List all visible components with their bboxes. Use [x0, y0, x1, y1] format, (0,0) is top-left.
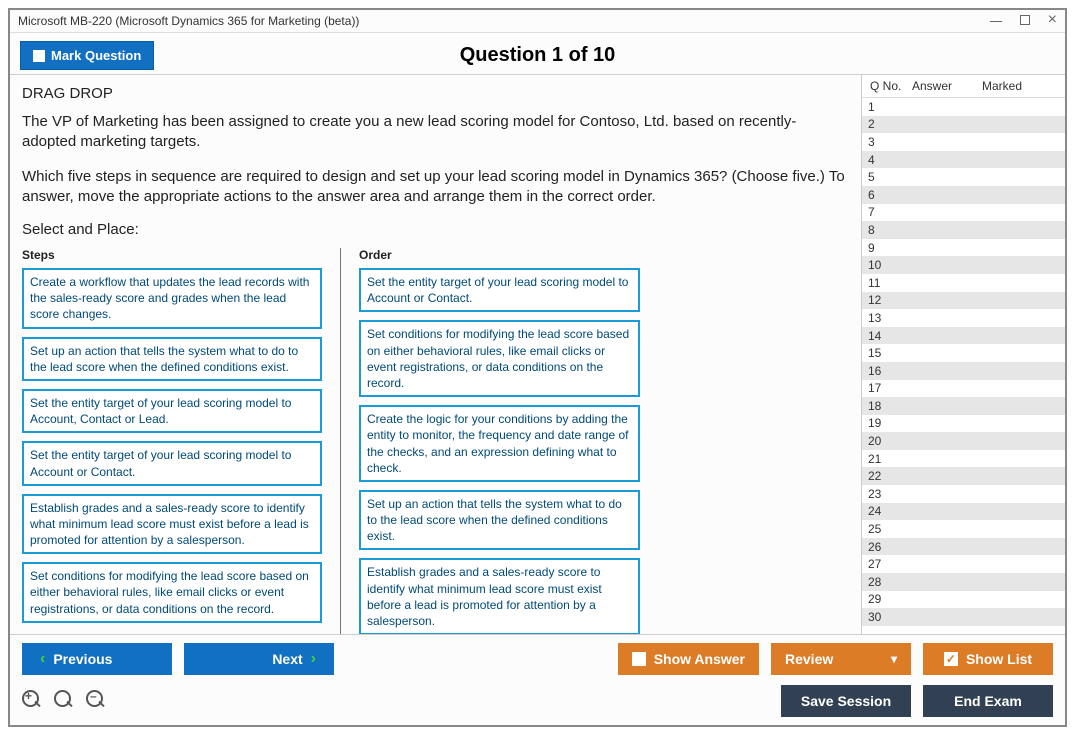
order-item[interactable]: Set the entity target of your lead scori…: [359, 268, 640, 312]
show-answer-button[interactable]: Show Answer: [618, 643, 759, 675]
order-item[interactable]: Establish grades and a sales-ready score…: [359, 558, 640, 634]
chevron-down-icon: ▾: [891, 652, 897, 666]
nav-row[interactable]: 22: [862, 467, 1065, 485]
nav-col-qno: Q No.: [866, 79, 912, 93]
order-column: Order Set the entity target of your lead…: [340, 248, 640, 634]
nav-row[interactable]: 29: [862, 591, 1065, 609]
nav-col-marked: Marked: [982, 79, 1061, 93]
nav-row[interactable]: 11: [862, 274, 1065, 292]
minimize-icon[interactable]: [990, 15, 1002, 27]
chevron-left-icon: ‹: [40, 650, 45, 668]
question-nav-panel: Q No. Answer Marked 12345678910111213141…: [861, 75, 1065, 634]
nav-header: Q No. Answer Marked: [862, 75, 1065, 98]
mark-question-label: Mark Question: [51, 48, 141, 63]
main-area: DRAG DROP The VP of Marketing has been a…: [10, 74, 1065, 634]
nav-row[interactable]: 13: [862, 309, 1065, 327]
question-type-label: DRAG DROP: [22, 85, 849, 102]
zoom-controls: + – Save Session End Exam: [10, 681, 1065, 725]
nav-row[interactable]: 9: [862, 239, 1065, 257]
nav-row[interactable]: 1: [862, 98, 1065, 116]
nav-row[interactable]: 28: [862, 573, 1065, 591]
nav-row[interactable]: 18: [862, 397, 1065, 415]
nav-row[interactable]: 20: [862, 432, 1065, 450]
previous-button[interactable]: ‹ Previous: [22, 643, 172, 675]
nav-row[interactable]: 19: [862, 415, 1065, 433]
zoom-in-icon[interactable]: +: [22, 690, 44, 712]
checkbox-icon: [33, 50, 45, 62]
chevron-right-icon: ›: [311, 650, 316, 668]
nav-row[interactable]: 12: [862, 292, 1065, 310]
window-title: Microsoft MB-220 (Microsoft Dynamics 365…: [18, 14, 359, 28]
nav-row[interactable]: 4: [862, 151, 1065, 169]
app-window: Microsoft MB-220 (Microsoft Dynamics 365…: [8, 8, 1067, 727]
nav-col-answer: Answer: [912, 79, 982, 93]
nav-row[interactable]: 17: [862, 380, 1065, 398]
zoom-reset-icon[interactable]: [54, 690, 76, 712]
review-label: Review: [785, 651, 833, 667]
stem-paragraph-2: Which five steps in sequence are require…: [22, 167, 849, 208]
maximize-icon[interactable]: [1020, 15, 1030, 25]
question-stem: The VP of Marketing has been assigned to…: [22, 112, 849, 207]
step-item[interactable]: Set up an action that tells the system w…: [22, 337, 322, 381]
end-exam-button[interactable]: End Exam: [923, 685, 1053, 717]
nav-row[interactable]: 7: [862, 204, 1065, 222]
step-item[interactable]: Establish grades and a sales-ready score…: [22, 494, 322, 555]
nav-row[interactable]: 27: [862, 555, 1065, 573]
nav-row[interactable]: 23: [862, 485, 1065, 503]
nav-row[interactable]: 25: [862, 520, 1065, 538]
close-icon[interactable]: ×: [1048, 15, 1057, 27]
footer-buttons: ‹ Previous Next › Show Answer Review ▾ ✓…: [10, 634, 1065, 681]
next-label: Next: [272, 651, 302, 667]
stem-paragraph-1: The VP of Marketing has been assigned to…: [22, 112, 849, 153]
zoom-out-icon[interactable]: –: [86, 690, 108, 712]
show-list-label: Show List: [966, 651, 1032, 667]
nav-row[interactable]: 15: [862, 344, 1065, 362]
nav-row[interactable]: 30: [862, 608, 1065, 626]
question-content[interactable]: DRAG DROP The VP of Marketing has been a…: [10, 75, 861, 634]
nav-row[interactable]: 10: [862, 256, 1065, 274]
show-list-button[interactable]: ✓ Show List: [923, 643, 1053, 675]
nav-row[interactable]: 6: [862, 186, 1065, 204]
show-answer-label: Show Answer: [654, 651, 745, 667]
square-icon: [632, 652, 646, 666]
steps-header: Steps: [22, 248, 322, 262]
save-session-button[interactable]: Save Session: [781, 685, 911, 717]
step-item[interactable]: Create a workflow that updates the lead …: [22, 268, 322, 329]
select-and-place-label: Select and Place:: [22, 221, 849, 238]
order-header: Order: [359, 248, 640, 262]
nav-row[interactable]: 2: [862, 116, 1065, 134]
nav-row[interactable]: 3: [862, 133, 1065, 151]
mark-question-button[interactable]: Mark Question: [20, 41, 154, 70]
order-item[interactable]: Create the logic for your conditions by …: [359, 405, 640, 482]
nav-row[interactable]: 26: [862, 538, 1065, 556]
order-item[interactable]: Set conditions for modifying the lead sc…: [359, 320, 640, 397]
check-icon: ✓: [944, 652, 958, 666]
toolbar: Mark Question Question 1 of 10: [10, 33, 1065, 74]
drag-drop-layout: Steps Create a workflow that updates the…: [22, 248, 849, 634]
question-header: Question 1 of 10: [10, 44, 1065, 67]
review-button[interactable]: Review ▾: [771, 643, 911, 675]
nav-list[interactable]: 1234567891011121314151617181920212223242…: [862, 98, 1065, 634]
order-item[interactable]: Set up an action that tells the system w…: [359, 490, 640, 551]
nav-row[interactable]: 14: [862, 327, 1065, 345]
nav-row[interactable]: 5: [862, 168, 1065, 186]
titlebar: Microsoft MB-220 (Microsoft Dynamics 365…: [10, 10, 1065, 33]
save-session-label: Save Session: [801, 693, 891, 709]
nav-row[interactable]: 8: [862, 221, 1065, 239]
step-item[interactable]: Set conditions for modifying the lead sc…: [22, 562, 322, 623]
step-item[interactable]: Set the entity target of your lead scori…: [22, 441, 322, 485]
steps-column: Steps Create a workflow that updates the…: [22, 248, 322, 634]
nav-row[interactable]: 16: [862, 362, 1065, 380]
next-button[interactable]: Next ›: [184, 643, 334, 675]
window-controls: ×: [990, 15, 1057, 27]
nav-row[interactable]: 24: [862, 503, 1065, 521]
previous-label: Previous: [53, 651, 112, 667]
nav-row[interactable]: 21: [862, 450, 1065, 468]
step-item[interactable]: Set the entity target of your lead scori…: [22, 389, 322, 433]
end-exam-label: End Exam: [954, 693, 1022, 709]
